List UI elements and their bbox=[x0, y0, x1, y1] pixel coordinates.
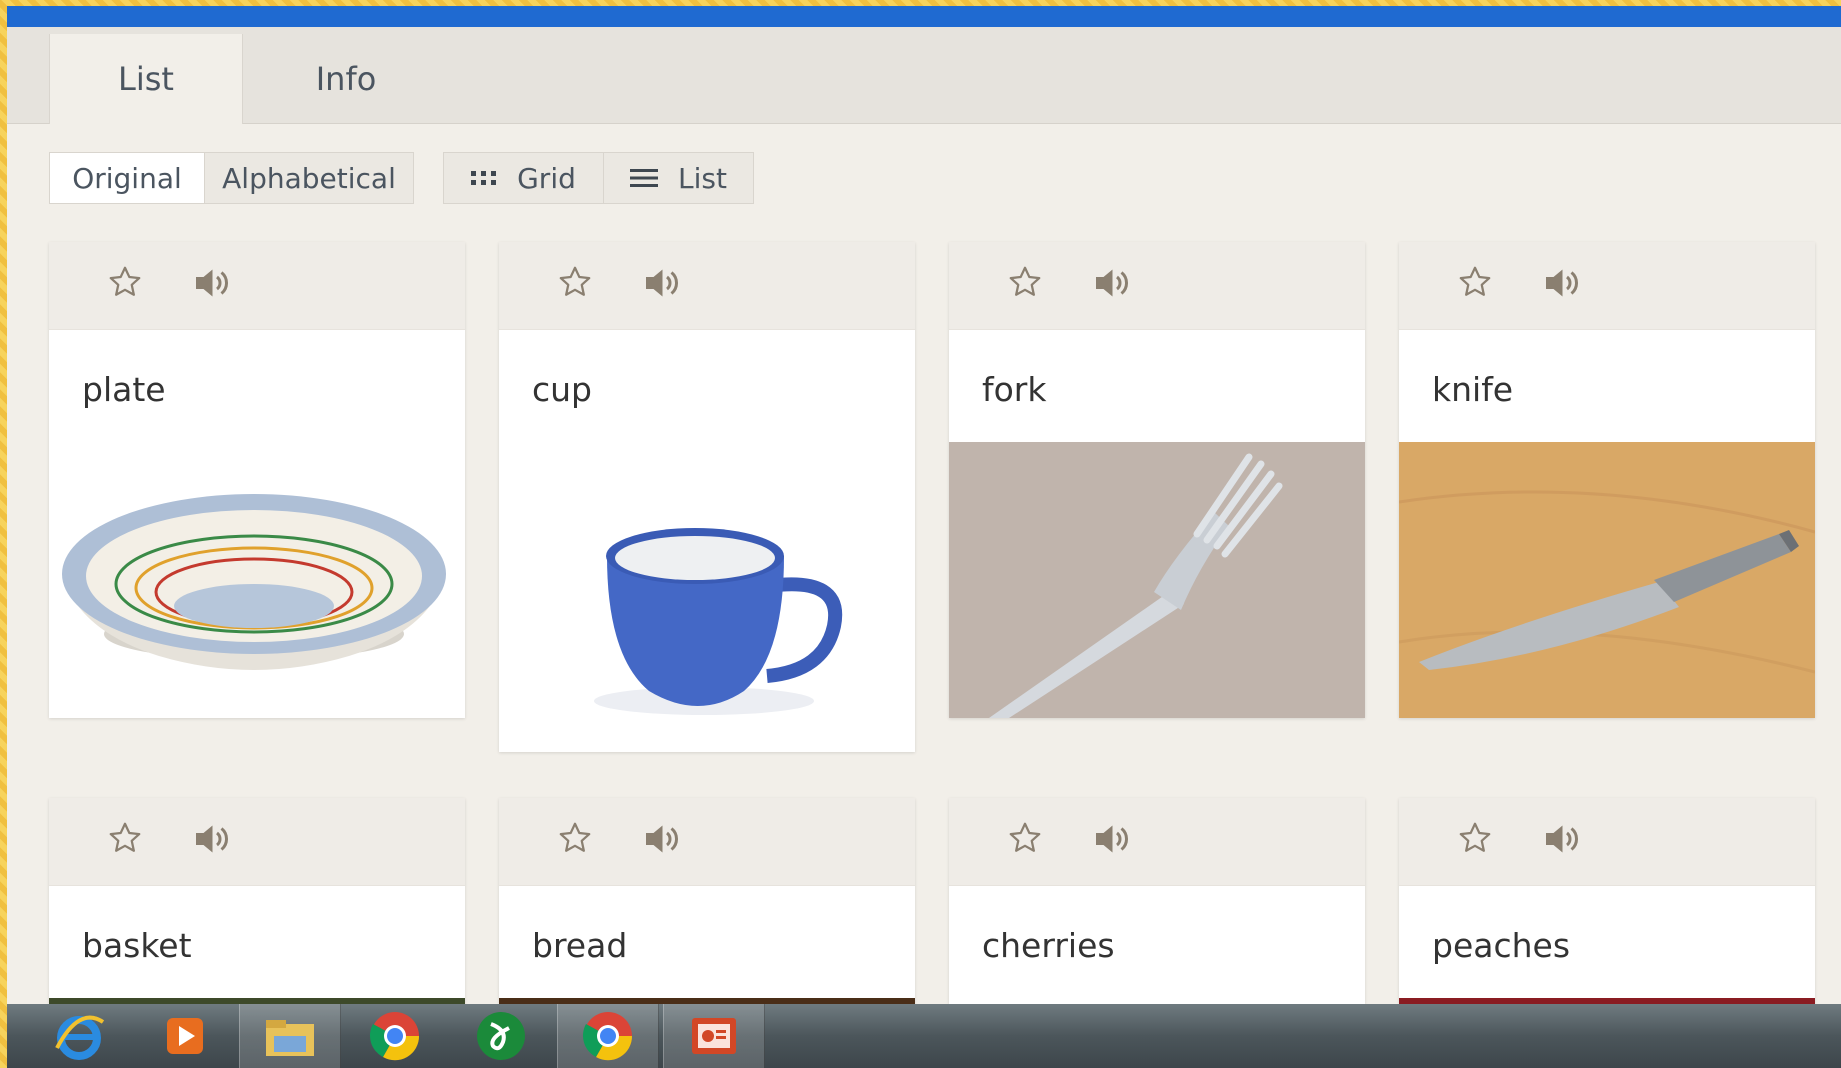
word-card[interactable]: fork bbox=[949, 242, 1365, 718]
card-word: cup bbox=[532, 370, 593, 409]
speaker-icon[interactable] bbox=[1093, 266, 1129, 304]
card-header bbox=[499, 242, 915, 330]
screen: List Info Original Alphabetical Grid Lis… bbox=[7, 6, 1841, 1068]
card-word: plate bbox=[82, 370, 166, 409]
tab-list[interactable]: List bbox=[49, 34, 243, 124]
knife-image bbox=[1399, 442, 1815, 718]
chrome-icon[interactable] bbox=[345, 1004, 445, 1068]
card-header bbox=[949, 242, 1365, 330]
speaker-icon[interactable] bbox=[1543, 822, 1579, 860]
star-icon[interactable] bbox=[1457, 820, 1493, 860]
sort-original-button[interactable]: Original bbox=[50, 153, 204, 203]
card-word: knife bbox=[1432, 370, 1514, 409]
speaker-icon[interactable] bbox=[1093, 822, 1129, 860]
card-header bbox=[499, 798, 915, 886]
fork-image bbox=[949, 442, 1365, 718]
grid-icon bbox=[471, 169, 497, 187]
card-header bbox=[49, 798, 465, 886]
speaker-icon[interactable] bbox=[193, 822, 229, 860]
view-grid-button[interactable]: Grid bbox=[444, 153, 603, 203]
card-word: peaches bbox=[1432, 926, 1571, 965]
file-explorer-icon[interactable] bbox=[239, 1004, 341, 1068]
card-header bbox=[1399, 242, 1815, 330]
view-list-label: List bbox=[678, 161, 727, 195]
speaker-icon[interactable] bbox=[643, 266, 679, 304]
word-card[interactable]: bread bbox=[499, 798, 915, 1004]
card-word: basket bbox=[82, 926, 192, 965]
view-toggle: Grid List bbox=[443, 152, 754, 204]
star-icon[interactable] bbox=[107, 820, 143, 860]
card-header bbox=[1399, 798, 1815, 886]
word-card[interactable]: cherries bbox=[949, 798, 1365, 1004]
sort-toggle: Original Alphabetical bbox=[49, 152, 414, 204]
media-player-icon[interactable] bbox=[135, 1004, 235, 1068]
cup-image bbox=[499, 456, 915, 752]
word-card[interactable]: cup bbox=[499, 242, 915, 752]
speaker-icon[interactable] bbox=[1543, 266, 1579, 304]
plate-image bbox=[49, 456, 465, 718]
star-icon[interactable] bbox=[557, 820, 593, 860]
list-icon bbox=[630, 168, 659, 188]
view-grid-label: Grid bbox=[517, 161, 576, 195]
tab-info[interactable]: Info bbox=[250, 34, 442, 124]
speaker-icon[interactable] bbox=[643, 822, 679, 860]
word-card[interactable]: basket bbox=[49, 798, 465, 1004]
word-card[interactable]: peaches bbox=[1399, 798, 1815, 1004]
star-icon[interactable] bbox=[1007, 264, 1043, 304]
card-word: fork bbox=[982, 370, 1047, 409]
star-icon[interactable] bbox=[1007, 820, 1043, 860]
app-green-icon[interactable] bbox=[451, 1004, 551, 1068]
view-list-button[interactable]: List bbox=[603, 153, 753, 203]
star-icon[interactable] bbox=[1457, 264, 1493, 304]
sort-alphabetical-button[interactable]: Alphabetical bbox=[204, 153, 413, 203]
card-word: cherries bbox=[982, 926, 1115, 965]
chrome-icon[interactable] bbox=[557, 1004, 659, 1068]
card-header bbox=[949, 798, 1365, 886]
star-icon[interactable] bbox=[107, 264, 143, 304]
card-word: bread bbox=[532, 926, 628, 965]
speaker-icon[interactable] bbox=[193, 266, 229, 304]
tab-bar: List Info bbox=[7, 27, 1841, 124]
internet-explorer-icon[interactable] bbox=[29, 1004, 129, 1068]
top-accent-bar bbox=[7, 6, 1841, 27]
star-icon[interactable] bbox=[557, 264, 593, 304]
word-card[interactable]: knife bbox=[1399, 242, 1815, 718]
card-header bbox=[49, 242, 465, 330]
powerpoint-icon[interactable] bbox=[663, 1004, 765, 1068]
word-card[interactable]: plate bbox=[49, 242, 465, 718]
taskbar bbox=[7, 1004, 1841, 1068]
